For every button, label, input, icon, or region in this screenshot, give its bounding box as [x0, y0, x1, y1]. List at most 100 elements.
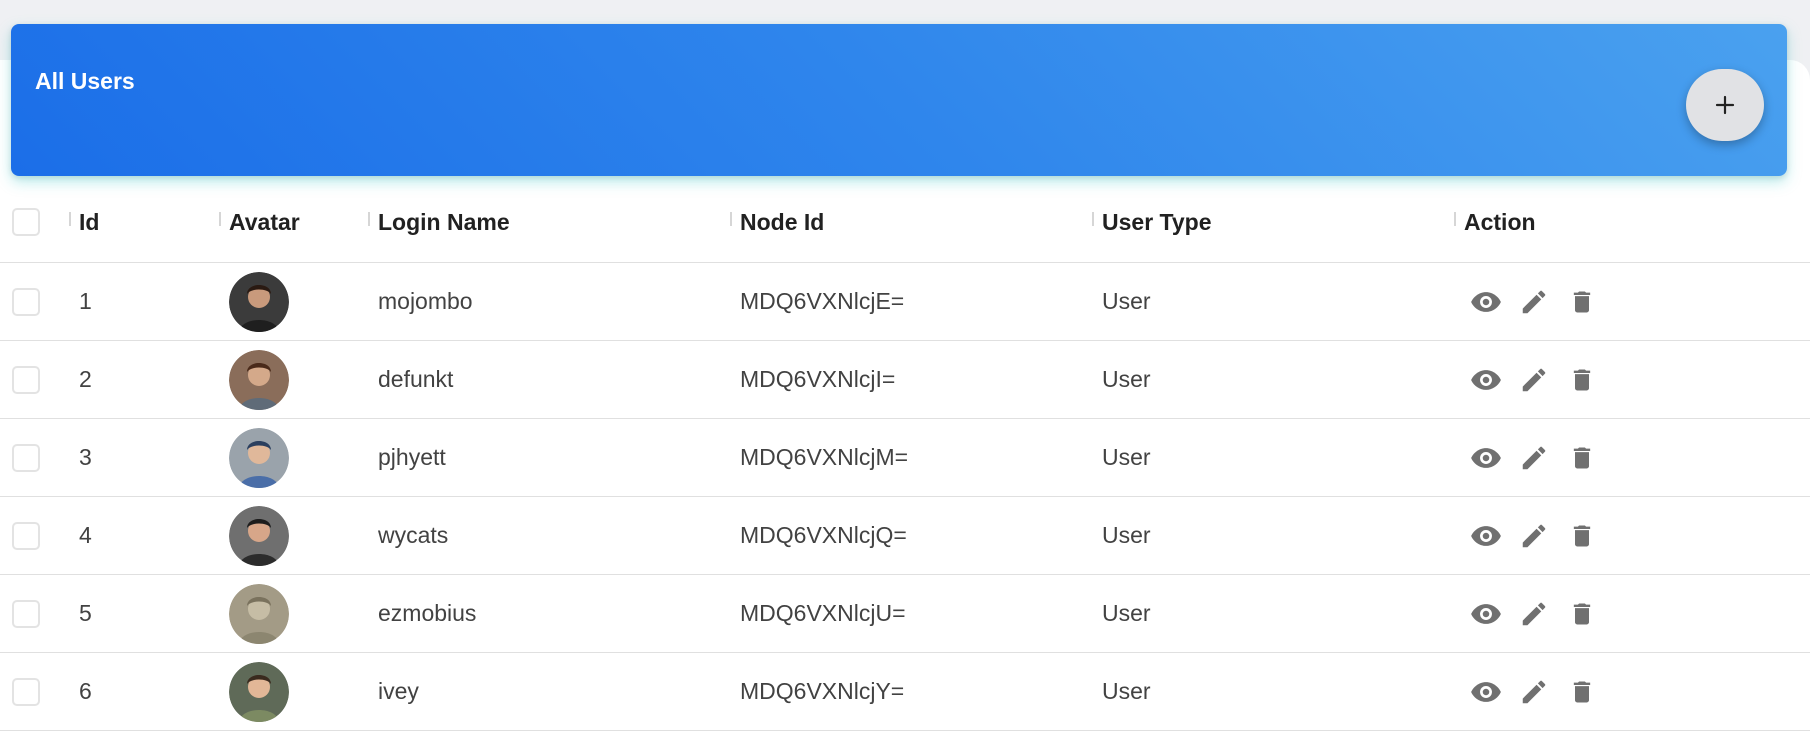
pencil-icon	[1522, 602, 1546, 625]
delete-button[interactable]	[1560, 358, 1604, 402]
login-name-cell: ivey	[378, 678, 419, 704]
edit-button[interactable]	[1512, 436, 1556, 480]
user-type-cell: User	[1102, 678, 1151, 704]
column-header-login-name[interactable]: Login Name	[378, 182, 510, 262]
delete-button[interactable]	[1560, 592, 1604, 636]
node-id-cell: MDQ6VXNlcjY=	[740, 678, 905, 704]
eye-icon	[1471, 525, 1501, 546]
row-actions	[1464, 497, 1608, 574]
eye-icon	[1471, 603, 1501, 624]
eye-icon	[1471, 369, 1501, 390]
table-row[interactable]: 1 mojombo MDQ6VXNlcjE= User	[0, 263, 1810, 341]
user-type-cell: User	[1102, 444, 1151, 470]
trash-icon	[1573, 447, 1591, 468]
view-button[interactable]	[1464, 592, 1508, 636]
select-all-checkbox[interactable]	[12, 208, 40, 236]
row-checkbox[interactable]	[12, 365, 40, 394]
table-row[interactable]: 5 ezmobius MDQ6VXNlcjU= User	[0, 575, 1810, 653]
row-checkbox[interactable]	[12, 677, 40, 706]
delete-button[interactable]	[1560, 514, 1604, 558]
column-header-action[interactable]: Action	[1464, 182, 1536, 262]
view-button[interactable]	[1464, 280, 1508, 324]
avatar	[229, 349, 289, 410]
login-name-cell: wycats	[378, 522, 449, 548]
delete-button[interactable]	[1560, 280, 1604, 324]
row-actions	[1464, 419, 1608, 496]
column-header-user-type[interactable]: User Type	[1102, 182, 1212, 262]
row-checkbox[interactable]	[12, 599, 40, 628]
row-actions	[1464, 575, 1608, 652]
delete-button[interactable]	[1560, 670, 1604, 714]
eye-icon	[1471, 447, 1501, 468]
login-name-cell: pjhyett	[378, 444, 446, 470]
node-id-cell: MDQ6VXNlcjM=	[740, 444, 909, 470]
page-title: All Users	[35, 68, 135, 94]
avatar	[229, 271, 289, 332]
avatar	[229, 427, 289, 488]
table-row[interactable]: 4 wycats MDQ6VXNlcjQ= User	[0, 497, 1810, 575]
trash-icon	[1573, 681, 1591, 702]
eye-icon	[1471, 681, 1501, 702]
row-checkbox[interactable]	[12, 521, 40, 550]
node-id-cell: MDQ6VXNlcjQ=	[740, 522, 907, 548]
user-id-cell: 6	[79, 678, 92, 704]
user-type-cell: User	[1102, 600, 1151, 626]
pencil-icon	[1522, 368, 1546, 391]
column-separator	[219, 212, 221, 226]
view-button[interactable]	[1464, 436, 1508, 480]
trash-icon	[1573, 291, 1591, 312]
edit-button[interactable]	[1512, 358, 1556, 402]
login-name-cell: defunkt	[378, 366, 454, 392]
column-header-id[interactable]: Id	[79, 182, 99, 262]
table-row[interactable]: 6 ivey MDQ6VXNlcjY= User	[0, 653, 1810, 731]
row-actions	[1464, 653, 1608, 730]
user-type-cell: User	[1102, 522, 1151, 548]
pencil-icon	[1522, 446, 1546, 469]
avatar	[229, 661, 289, 722]
row-actions	[1464, 263, 1608, 340]
edit-button[interactable]	[1512, 592, 1556, 636]
row-actions	[1464, 341, 1608, 418]
view-button[interactable]	[1464, 358, 1508, 402]
edit-button[interactable]	[1512, 670, 1556, 714]
column-separator	[69, 212, 71, 226]
user-id-cell: 4	[79, 522, 92, 548]
node-id-cell: MDQ6VXNlcjU=	[740, 600, 906, 626]
user-id-cell: 3	[79, 444, 92, 470]
users-table: Id Avatar Login Name Node Id User Type A…	[0, 182, 1810, 731]
table-row[interactable]: 3 pjhyett MDQ6VXNlcjM= User	[0, 419, 1810, 497]
row-checkbox[interactable]	[12, 287, 40, 316]
trash-icon	[1573, 603, 1591, 624]
table-row[interactable]: 2 defunkt MDQ6VXNlcjI= User	[0, 341, 1810, 419]
trash-icon	[1573, 369, 1591, 390]
node-id-cell: MDQ6VXNlcjI=	[740, 366, 896, 392]
column-separator	[1092, 212, 1094, 226]
user-id-cell: 1	[79, 288, 92, 314]
edit-button[interactable]	[1512, 514, 1556, 558]
avatar	[229, 505, 289, 566]
column-header-node-id[interactable]: Node Id	[740, 182, 824, 262]
pencil-icon	[1522, 680, 1546, 703]
pencil-icon	[1522, 290, 1546, 313]
user-id-cell: 2	[79, 366, 92, 392]
view-button[interactable]	[1464, 514, 1508, 558]
users-header: All Users	[11, 24, 1787, 176]
plus-icon	[1715, 95, 1735, 115]
trash-icon	[1573, 525, 1591, 546]
user-type-cell: User	[1102, 366, 1151, 392]
view-button[interactable]	[1464, 670, 1508, 714]
column-separator	[368, 212, 370, 226]
edit-button[interactable]	[1512, 280, 1556, 324]
avatar	[229, 583, 289, 644]
delete-button[interactable]	[1560, 436, 1604, 480]
user-type-cell: User	[1102, 288, 1151, 314]
add-user-button[interactable]	[1686, 69, 1764, 141]
row-checkbox[interactable]	[12, 443, 40, 472]
column-separator	[730, 212, 732, 226]
login-name-cell: ezmobius	[378, 600, 477, 626]
column-separator	[1454, 212, 1456, 226]
table-header-row: Id Avatar Login Name Node Id User Type A…	[0, 182, 1810, 263]
user-id-cell: 5	[79, 600, 92, 626]
column-header-avatar[interactable]: Avatar	[229, 182, 300, 262]
pencil-icon	[1522, 524, 1546, 547]
